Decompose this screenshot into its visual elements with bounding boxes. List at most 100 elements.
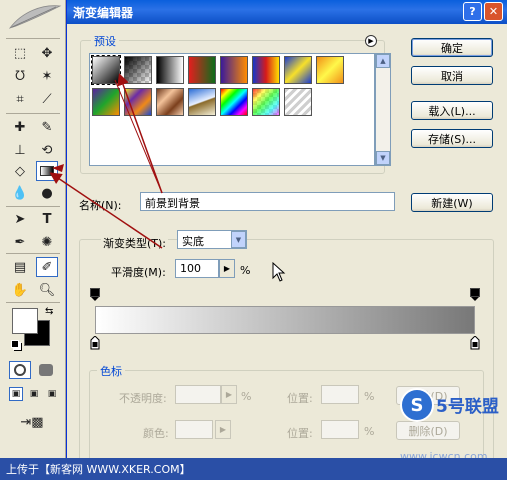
preset-swatch-spectrum[interactable] (220, 88, 248, 116)
name-label: 名称(N): (79, 199, 122, 212)
mouse-cursor-icon (272, 262, 286, 282)
close-button[interactable]: ✕ (484, 2, 503, 21)
full-screen-menu-mode-icon[interactable]: ▣ (27, 387, 41, 401)
watermark-logo-icon: S (400, 388, 434, 422)
presets-scrollbar[interactable]: ▲ ▼ (375, 53, 391, 166)
history-brush-tool-icon[interactable]: ⟲ (36, 140, 58, 160)
name-input[interactable]: 前景到背景 (140, 192, 395, 211)
cancel-button[interactable]: 取消 (411, 66, 493, 85)
opacity-stop-right[interactable] (470, 288, 480, 302)
foreground-color-swatch[interactable] (12, 308, 38, 334)
move-tool-icon[interactable]: ✥ (36, 43, 58, 63)
dialog-title: 渐变编辑器 (73, 6, 134, 20)
toolbox-separator (6, 302, 60, 303)
path-selection-tool-icon[interactable]: ➤ (9, 209, 31, 229)
type-tool-icon[interactable]: T (36, 209, 58, 229)
eraser-tool-icon[interactable]: ◇ (9, 161, 31, 181)
help-button[interactable]: ? (463, 2, 482, 21)
color-stop-left[interactable] (90, 336, 100, 350)
eyedropper-tool-icon[interactable]: ✐ (36, 257, 58, 277)
chevron-down-icon[interactable]: ▼ (231, 231, 246, 248)
scroll-down-button[interactable]: ▼ (376, 151, 390, 165)
gradient-type-label: 渐变类型(T): (101, 235, 169, 251)
preset-swatch-yellow-violet-orange-blue[interactable] (124, 88, 152, 116)
opacity-stepper[interactable]: ▶ (221, 385, 237, 404)
jump-to-imageready-icon[interactable]: ⇥▩ (9, 412, 55, 432)
toolbox: ⬚ ✥ ᘮ ✶ ⌗ ⟋ ✚ ✎ ⊥ ⟲ ◇ 💧 ● ➤ T ✒ ✺ ▤ ✐ ✋ … (0, 0, 66, 480)
healing-brush-tool-icon[interactable]: ✚ (9, 117, 31, 137)
ok-button[interactable]: 确定 (411, 38, 493, 57)
preset-swatch-violet-orange[interactable] (220, 56, 248, 84)
load-button[interactable]: 载入(L)... (411, 101, 493, 120)
preset-swatch-foreground-to-background[interactable] (91, 55, 121, 85)
preset-swatch-orange-yellow-orange[interactable] (316, 56, 344, 84)
watermark-text: 5号联盟 (436, 397, 499, 417)
standard-screen-mode-icon[interactable]: ▣ (9, 387, 23, 401)
notes-tool-icon[interactable]: ▤ (9, 257, 31, 277)
default-colors-icon[interactable] (11, 340, 19, 348)
opacity-location-unit: % (364, 390, 375, 403)
smoothness-stepper[interactable]: ▶ (219, 259, 235, 278)
color-location-unit: % (364, 425, 375, 438)
brush-tool-icon[interactable]: ✎ (36, 117, 58, 137)
color-menu-arrow[interactable]: ▶ (215, 420, 231, 439)
gradient-type-value: 实底 (182, 235, 204, 248)
toolbox-separator (6, 206, 60, 207)
zoom-tool-icon[interactable]: 🔍︎ (36, 280, 58, 300)
preset-swatch-black-white[interactable] (156, 56, 184, 84)
opacity-location-input[interactable] (321, 385, 359, 404)
quick-mask-mode-icon[interactable] (35, 361, 57, 379)
toolbox-separator (6, 38, 60, 39)
smoothness-input[interactable]: 100 (175, 259, 219, 278)
custom-shape-tool-icon[interactable]: ✺ (36, 232, 58, 252)
marquee-tool-icon[interactable]: ⬚ (9, 43, 31, 63)
color-stops-legend: 色标 (97, 363, 125, 379)
color-swatch-field[interactable] (175, 420, 213, 439)
smoothness-label: 平滑度(M): (111, 266, 166, 279)
toolbox-separator (6, 253, 60, 254)
clone-stamp-tool-icon[interactable]: ⊥ (9, 140, 31, 160)
gradient-preview-bar[interactable] (95, 306, 475, 334)
pen-tool-icon[interactable]: ✒ (9, 232, 31, 252)
preset-swatch-red-green[interactable] (188, 56, 216, 84)
presets-legend: 预设 (91, 33, 119, 49)
preset-swatch-foreground-to-transparent[interactable] (124, 56, 152, 84)
gradient-tool-icon[interactable] (36, 161, 58, 181)
lasso-tool-icon[interactable]: ᘮ (9, 66, 31, 86)
swap-colors-icon[interactable]: ⇆ (45, 306, 53, 317)
crop-tool-icon[interactable]: ⌗ (9, 89, 31, 109)
color-location-input[interactable] (321, 420, 359, 439)
preset-swatch-transparent-stripes[interactable] (284, 88, 312, 116)
color-stop-right[interactable] (470, 336, 480, 350)
opacity-unit: % (241, 390, 252, 403)
preset-swatch-blue-yellow-blue[interactable] (284, 56, 312, 84)
color-location-label: 位置: (287, 427, 313, 440)
toolbox-separator (6, 113, 60, 114)
caption-text: 上传于【新客网 WWW.XKER.COM】 (6, 463, 191, 476)
preset-swatch-transparent-rainbow[interactable] (252, 88, 280, 116)
opacity-label: 不透明度: (119, 392, 167, 405)
new-button[interactable]: 新建(W) (411, 193, 493, 212)
presets-swatch-list[interactable] (89, 53, 375, 166)
full-screen-mode-icon[interactable]: ▣ (45, 387, 59, 401)
hand-tool-icon[interactable]: ✋ (9, 280, 31, 300)
title-bar: 渐变编辑器 ? ✕ (67, 0, 507, 24)
blur-tool-icon[interactable]: 💧 (9, 183, 31, 203)
opacity-stop-left[interactable] (90, 288, 100, 302)
color-label: 颜色: (143, 427, 169, 440)
magic-wand-tool-icon[interactable]: ✶ (36, 66, 58, 86)
standard-mode-icon[interactable] (9, 361, 31, 379)
preset-swatch-blue-red-yellow[interactable] (252, 56, 280, 84)
slice-tool-icon[interactable]: ⟋ (36, 89, 58, 109)
opacity-location-label: 位置: (287, 392, 313, 405)
preset-swatch-violet-green-orange[interactable] (92, 88, 120, 116)
preset-swatch-chrome[interactable] (188, 88, 216, 116)
presets-menu-icon[interactable]: ▶ (365, 35, 377, 47)
opacity-input[interactable] (175, 385, 221, 404)
preset-swatch-copper[interactable] (156, 88, 184, 116)
feather-logo-icon (8, 5, 62, 29)
scroll-up-button[interactable]: ▲ (376, 54, 390, 68)
dodge-tool-icon[interactable]: ● (36, 183, 58, 203)
smoothness-unit: % (240, 264, 251, 277)
save-button[interactable]: 存储(S)... (411, 129, 493, 148)
